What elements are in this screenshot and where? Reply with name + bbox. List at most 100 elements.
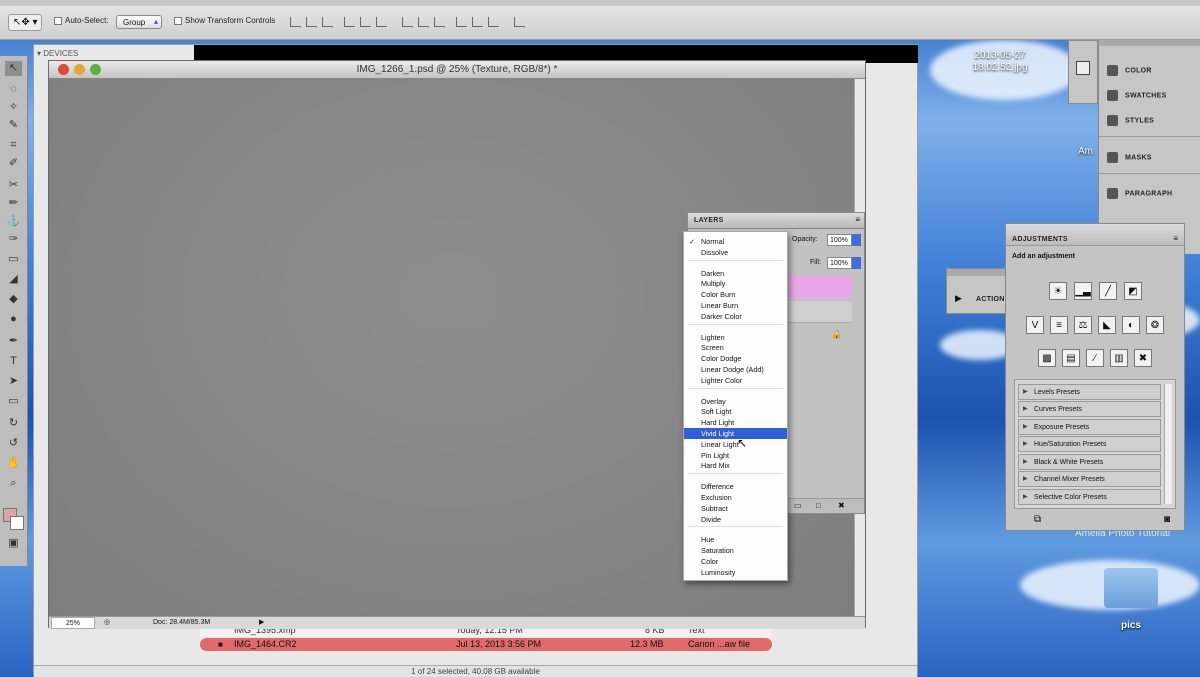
- crop-tool-icon[interactable]: ⌗: [5, 138, 22, 153]
- eyedropper-tool-icon[interactable]: ✐: [5, 156, 22, 171]
- dodge-tool-icon[interactable]: ●: [5, 312, 22, 327]
- zoom-level[interactable]: 25%: [51, 617, 95, 629]
- blend-mode-item[interactable]: Lighten: [684, 332, 787, 343]
- pen-tool-icon[interactable]: ✒: [5, 334, 22, 349]
- zoom-icon[interactable]: [90, 64, 101, 75]
- distribute-hcenter-icon[interactable]: [472, 17, 483, 27]
- blend-mode-item[interactable]: Soft Light: [684, 406, 787, 417]
- blend-mode-item[interactable]: Linear Dodge (Add): [684, 364, 787, 375]
- rectangle-tool-icon[interactable]: ▭: [5, 394, 22, 409]
- distribute-left-icon[interactable]: [456, 17, 467, 27]
- blend-mode-item[interactable]: Subtract: [684, 503, 787, 514]
- healing-brush-tool-icon[interactable]: ✂: [5, 178, 22, 193]
- close-icon[interactable]: [58, 64, 69, 75]
- panel-options-icon[interactable]: ◙: [1164, 514, 1170, 525]
- desktop-file-label[interactable]: 2013-05-27 18.02.52.jpg: [965, 50, 1035, 74]
- dock-item-masks[interactable]: MASKS: [1107, 152, 1152, 163]
- tool-preset-picker[interactable]: ↖✥ ▾: [8, 14, 42, 31]
- vibrance-icon[interactable]: V: [1026, 316, 1044, 334]
- marquee-tool-icon[interactable]: ◌: [5, 82, 22, 97]
- align-bottom-icon[interactable]: [322, 17, 333, 27]
- blend-mode-item[interactable]: Screen: [684, 342, 787, 353]
- clone-stamp-tool-icon[interactable]: ⚓: [5, 214, 22, 229]
- blend-mode-item[interactable]: Hue: [684, 534, 787, 545]
- layer-row[interactable]: [788, 301, 852, 323]
- dock-item-styles[interactable]: STYLES: [1107, 115, 1154, 126]
- clip-to-layer-icon[interactable]: ⧉: [1034, 514, 1041, 525]
- blend-mode-item[interactable]: Hard Mix: [684, 460, 787, 471]
- panel-menu-icon[interactable]: ≡: [855, 215, 860, 224]
- black-white-icon[interactable]: ◣: [1098, 316, 1116, 334]
- align-left-icon[interactable]: [344, 17, 355, 27]
- photo-filter-icon[interactable]: ◐: [1122, 316, 1140, 334]
- opacity-field[interactable]: 100%: [827, 234, 852, 246]
- blend-mode-item[interactable]: ✓ Normal: [684, 236, 787, 247]
- blend-mode-item[interactable]: Color: [684, 556, 787, 567]
- status-info-icon[interactable]: ◎: [104, 617, 110, 629]
- blend-mode-item[interactable]: Multiply: [684, 278, 787, 289]
- auto-select-checkbox[interactable]: Auto-Select:: [54, 16, 109, 25]
- zoom-tool-icon[interactable]: ⌕: [5, 476, 22, 491]
- hand-tool-icon[interactable]: ✋: [5, 456, 22, 471]
- document-title-bar[interactable]: IMG_1266_1.psd @ 25% (Texture, RGB/8*) *: [49, 61, 865, 79]
- panel-menu-icon[interactable]: ≡: [1173, 234, 1178, 243]
- exposure-icon[interactable]: ◩: [1124, 282, 1142, 300]
- blend-mode-item[interactable]: Dissolve: [684, 247, 787, 258]
- blend-mode-item[interactable]: Hard Light: [684, 417, 787, 428]
- show-transform-checkbox[interactable]: Show Transform Controls: [174, 16, 275, 25]
- status-menu-arrow-icon[interactable]: ▶: [259, 617, 264, 629]
- 3d-orbit-tool-icon[interactable]: ↺: [5, 436, 22, 451]
- tab-adjustments[interactable]: ADJUSTMENTS: [1012, 236, 1068, 243]
- preset-exposure[interactable]: Exposure Presets: [1018, 419, 1161, 435]
- history-brush-tool-icon[interactable]: ✑: [5, 232, 22, 247]
- blend-mode-item[interactable]: Exclusion: [684, 492, 787, 503]
- blend-mode-item[interactable]: Color Burn: [684, 289, 787, 300]
- hue-saturation-icon[interactable]: ≡: [1050, 316, 1068, 334]
- selective-color-icon[interactable]: ✖: [1134, 349, 1152, 367]
- blend-mode-item[interactable]: Divide: [684, 514, 787, 525]
- align-top-icon[interactable]: [290, 17, 301, 27]
- tab-layers[interactable]: LAYERS: [694, 217, 724, 224]
- channel-mixer-icon[interactable]: ❂: [1146, 316, 1164, 334]
- preset-levels[interactable]: Levels Presets: [1018, 384, 1161, 400]
- blend-mode-item[interactable]: Lighter Color: [684, 375, 787, 386]
- invert-icon[interactable]: ▩: [1038, 349, 1056, 367]
- distribute-top-icon[interactable]: [402, 17, 413, 27]
- color-balance-icon[interactable]: ⚖: [1074, 316, 1092, 334]
- lasso-tool-icon[interactable]: ✧: [5, 100, 22, 115]
- blend-mode-item[interactable]: Saturation: [684, 545, 787, 556]
- align-vcenter-icon[interactable]: [306, 17, 317, 27]
- auto-select-dropdown[interactable]: Group ▴: [116, 15, 162, 29]
- paint-bucket-tool-icon[interactable]: ◢: [5, 272, 22, 287]
- dock-item-swatches[interactable]: SWATCHES: [1107, 90, 1167, 101]
- blend-mode-item[interactable]: Linear Burn: [684, 300, 787, 311]
- trash-icon[interactable]: ✖: [838, 501, 845, 510]
- brightness-contrast-icon[interactable]: ☀: [1049, 282, 1067, 300]
- align-right-icon[interactable]: [376, 17, 387, 27]
- distribute-bottom-icon[interactable]: [434, 17, 445, 27]
- fill-field[interactable]: 100%: [827, 257, 852, 269]
- posterize-icon[interactable]: ▤: [1062, 349, 1080, 367]
- curves-icon[interactable]: ╱: [1099, 282, 1117, 300]
- quick-mask-icon[interactable]: ▣: [5, 536, 22, 551]
- file-row-selected[interactable]: ■ IMG_1464.CR2 Jul 13, 2013 3:56 PM 12.3…: [200, 638, 772, 651]
- dock-item-paragraph[interactable]: PARAGRAPH: [1107, 188, 1172, 199]
- folder-icon[interactable]: [1104, 568, 1158, 608]
- threshold-icon[interactable]: ∕: [1086, 349, 1104, 367]
- distribute-vcenter-icon[interactable]: [418, 17, 429, 27]
- distribute-right-icon[interactable]: [488, 17, 499, 27]
- minimize-icon[interactable]: [74, 64, 85, 75]
- new-layer-icon[interactable]: □: [816, 501, 821, 510]
- preset-hue-saturation[interactable]: Hue/Saturation Presets: [1018, 436, 1161, 452]
- new-group-icon[interactable]: ▭: [794, 501, 802, 510]
- eraser-tool-icon[interactable]: ▭: [5, 252, 22, 267]
- blur-tool-icon[interactable]: ◆: [5, 292, 22, 307]
- move-tool-icon[interactable]: ↖: [5, 61, 22, 76]
- blend-mode-item[interactable]: Color Dodge: [684, 353, 787, 364]
- type-tool-icon[interactable]: T: [5, 354, 22, 369]
- actions-icon[interactable]: ▶: [955, 293, 962, 304]
- blend-mode-item[interactable]: Difference: [684, 481, 787, 492]
- blend-mode-item[interactable]: Pin Light: [684, 450, 787, 461]
- blend-mode-item[interactable]: Luminosity: [684, 567, 787, 578]
- presets-scrollbar[interactable]: [1164, 384, 1172, 504]
